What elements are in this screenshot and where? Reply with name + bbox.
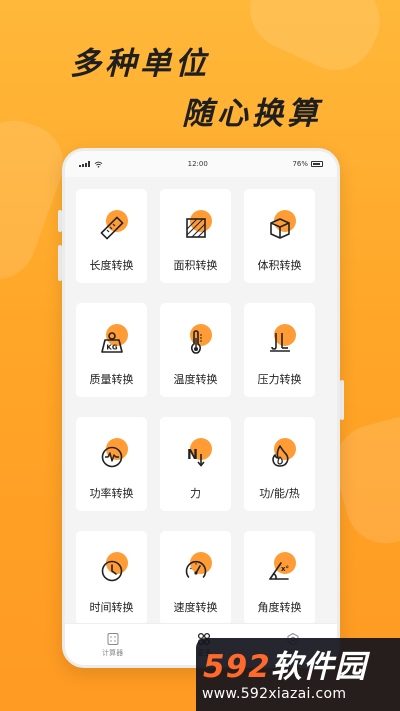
phone-side-button <box>340 380 344 420</box>
battery-icon <box>311 161 323 167</box>
pressure-icon <box>262 324 298 358</box>
card-power[interactable]: 功率转换 <box>76 417 147 511</box>
card-label: 功/能/热 <box>259 487 300 500</box>
speedometer-icon <box>178 552 214 586</box>
card-label: 温度转换 <box>173 373 218 386</box>
angle-icon: x° <box>262 552 298 586</box>
thermometer-icon <box>178 324 214 358</box>
card-label: 时间转换 <box>89 601 134 614</box>
card-time[interactable]: 时间转换 <box>76 531 147 623</box>
card-mass[interactable]: KG 质量转换 <box>76 303 147 397</box>
card-label: 力 <box>190 487 201 500</box>
watermark-url: www.592xiazai.com <box>202 686 347 702</box>
card-label: 压力转换 <box>257 373 302 386</box>
tab-calculator[interactable]: 计算器 <box>102 632 123 658</box>
flame-icon <box>262 438 298 472</box>
ruler-icon <box>94 210 130 244</box>
card-pressure[interactable]: 压力转换 <box>244 303 315 397</box>
phone-mockup: 12:00 76% 长度转换 面积转换 体积转换 KG 质量转换 温度转换 压力… <box>62 148 340 668</box>
card-force[interactable]: N 力 <box>160 417 231 511</box>
wifi-icon <box>94 161 103 168</box>
background-decoration <box>237 0 393 84</box>
card-angle[interactable]: x° 角度转换 <box>244 531 315 623</box>
card-label: 功率转换 <box>89 487 134 500</box>
area-square-icon <box>178 210 214 244</box>
watermark-number: 592 <box>203 649 271 685</box>
card-label: 角度转换 <box>257 601 302 614</box>
converter-grid: 长度转换 面积转换 体积转换 KG 质量转换 温度转换 压力转换 功率转换 N … <box>76 189 326 623</box>
watermark-logo: 592软件园 <box>203 641 367 686</box>
card-speed[interactable]: 速度转换 <box>160 531 231 623</box>
card-label: 速度转换 <box>173 601 218 614</box>
battery-indicator: 76% <box>292 160 323 168</box>
tab-label: 计算器 <box>102 648 124 657</box>
converter-grid-area: 长度转换 面积转换 体积转换 KG 质量转换 温度转换 压力转换 功率转换 N … <box>65 177 337 623</box>
newton-label: N <box>187 448 198 463</box>
kg-label: KG <box>106 344 117 352</box>
status-time: 12:00 <box>187 160 208 168</box>
headline-line-2: 随心换算 <box>182 96 322 132</box>
card-energy[interactable]: 功/能/热 <box>244 417 315 511</box>
kg-weight-icon: KG <box>94 324 130 358</box>
watermark-text: 软件园 <box>270 649 367 685</box>
signal-icon <box>79 161 90 167</box>
card-label: 质量转换 <box>89 373 134 386</box>
signal-wifi-indicator <box>79 161 103 168</box>
headline-line-1: 多种单位 <box>70 46 210 82</box>
angle-label: x° <box>281 565 289 573</box>
card-label: 长度转换 <box>89 259 134 272</box>
clock-icon <box>94 552 130 586</box>
card-label: 体积转换 <box>257 259 302 272</box>
power-wave-icon <box>94 438 130 472</box>
card-temperature[interactable]: 温度转换 <box>160 303 231 397</box>
card-label: 面积转换 <box>173 259 218 272</box>
card-area[interactable]: 面积转换 <box>160 189 231 283</box>
calculator-icon <box>107 632 119 645</box>
force-newton-icon: N <box>178 438 214 472</box>
cube-icon <box>262 210 298 244</box>
battery-percent: 76% <box>292 160 308 168</box>
card-length[interactable]: 长度转换 <box>76 189 147 283</box>
status-bar: 12:00 76% <box>65 151 337 177</box>
card-volume[interactable]: 体积转换 <box>244 189 315 283</box>
